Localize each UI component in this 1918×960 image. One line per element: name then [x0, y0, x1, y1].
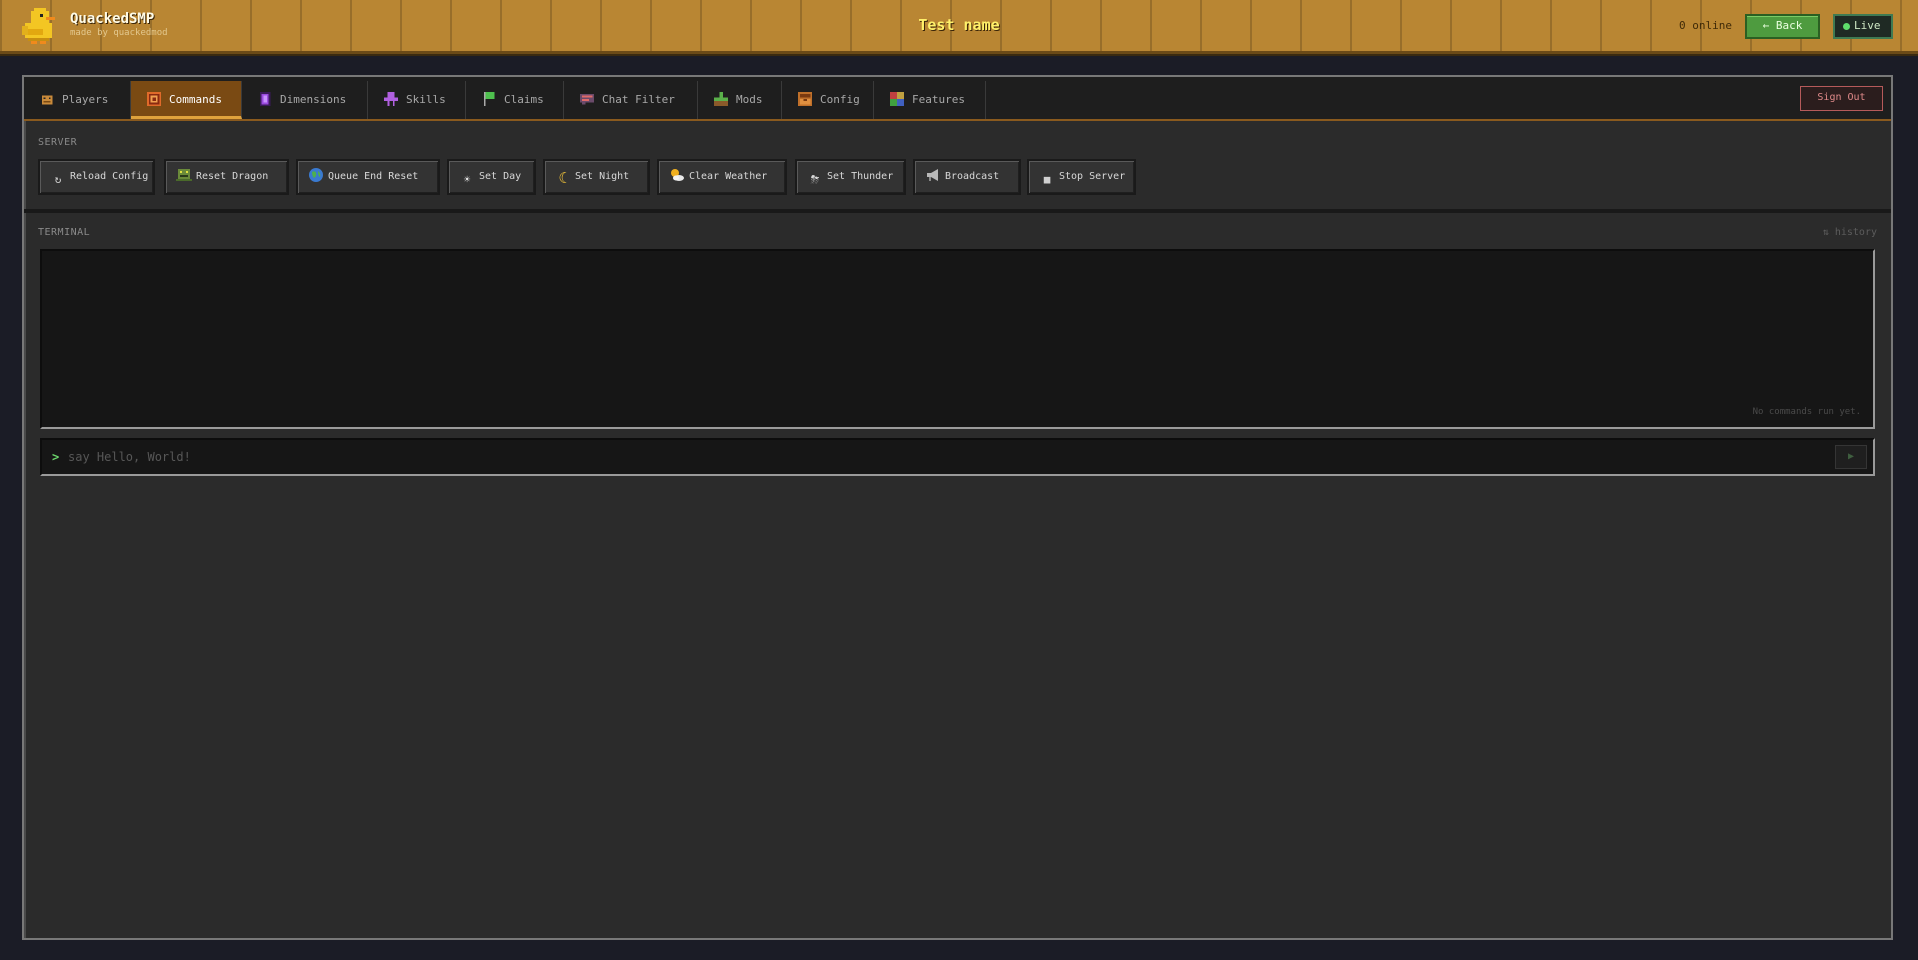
- tab-label: Commands: [169, 93, 222, 106]
- tab-label: Dimensions: [280, 93, 347, 106]
- tab-label: Skills: [406, 93, 446, 106]
- tab-features[interactable]: Features: [874, 81, 986, 119]
- dimensions-icon: [259, 92, 271, 106]
- tab-label: Claims: [504, 93, 544, 106]
- tab-mods[interactable]: Mods: [698, 81, 782, 119]
- megaphone-icon: [927, 169, 938, 181]
- command-input-bar: > ▶: [40, 438, 1875, 476]
- tab-skills[interactable]: Skills: [368, 81, 466, 119]
- dragon-icon: [176, 169, 192, 181]
- cloud-sun-icon: [671, 169, 684, 181]
- live-status-button[interactable]: Live: [1833, 14, 1893, 39]
- button-label: Reload Config: [70, 171, 149, 182]
- section-divider: [24, 209, 1891, 213]
- tab-players[interactable]: Players: [24, 81, 131, 119]
- flag-icon: [483, 92, 495, 106]
- players-icon: [41, 95, 53, 105]
- skills-icon: [384, 92, 398, 106]
- reload-config-button[interactable]: ↻ Reload Config: [38, 159, 155, 195]
- tab-label: Players: [62, 93, 109, 106]
- thunder-icon: ⛈: [810, 173, 820, 186]
- stop-icon: ■: [1043, 173, 1051, 186]
- command-input[interactable]: [68, 447, 1818, 467]
- button-label: Reset Dragon: [196, 171, 269, 182]
- server-section-label: SERVER: [38, 137, 78, 148]
- live-dot-icon: [1843, 22, 1850, 30]
- button-label: Queue End Reset: [328, 171, 419, 182]
- prompt-symbol: >: [52, 450, 60, 464]
- live-label: Live: [1854, 19, 1881, 32]
- clear-weather-button[interactable]: Clear Weather: [657, 159, 787, 195]
- chat-filter-icon: [580, 93, 594, 105]
- set-thunder-button[interactable]: ⛈ Set Thunder: [795, 159, 906, 195]
- set-night-button[interactable]: ☾ Set Night: [543, 159, 650, 195]
- queue-end-reset-button[interactable]: Queue End Reset: [296, 159, 440, 195]
- reload-icon: ↻: [54, 173, 62, 186]
- tab-label: Chat Filter: [602, 93, 675, 106]
- tab-config[interactable]: Config: [782, 81, 874, 119]
- history-toggle[interactable]: ⇅ history: [1823, 227, 1877, 238]
- send-command-button[interactable]: ▶: [1835, 445, 1867, 469]
- commands-icon: [147, 92, 161, 106]
- tab-dimensions[interactable]: Dimensions: [242, 81, 368, 119]
- page-title: Test name: [918, 16, 1000, 34]
- button-label: Set Day: [479, 171, 522, 182]
- tab-chat-filter[interactable]: Chat Filter: [564, 81, 698, 119]
- set-day-button[interactable]: ☀ Set Day: [447, 159, 536, 195]
- reset-dragon-button[interactable]: Reset Dragon: [164, 159, 289, 195]
- broadcast-button[interactable]: Broadcast: [913, 159, 1021, 195]
- online-count: 0 online: [1679, 19, 1732, 32]
- sun-icon: ☀: [463, 173, 471, 186]
- button-label: Stop Server: [1059, 171, 1126, 182]
- stop-server-button[interactable]: ■ Stop Server: [1027, 159, 1136, 195]
- button-label: Clear Weather: [689, 171, 768, 182]
- tab-label: Features: [912, 93, 965, 106]
- button-label: Broadcast: [945, 171, 1000, 182]
- terminal-output: No commands run yet.: [40, 249, 1875, 429]
- tab-label: Config: [820, 93, 860, 106]
- mods-icon: [714, 92, 728, 106]
- tab-commands[interactable]: Commands: [131, 81, 242, 119]
- moon-icon: ☾: [558, 169, 568, 187]
- tab-claims[interactable]: Claims: [466, 81, 564, 119]
- sign-out-button[interactable]: Sign Out: [1800, 86, 1883, 111]
- top-header: QuackedSMP made by quackedmod Test name …: [0, 0, 1918, 54]
- tab-bar: Players Commands Dimensions Skills Claim…: [24, 77, 1891, 121]
- button-label: Set Thunder: [827, 171, 894, 182]
- button-label: Set Night: [575, 171, 630, 182]
- back-button[interactable]: ← Back: [1745, 14, 1820, 39]
- terminal-section-label: TERMINAL: [38, 227, 91, 238]
- terminal-empty-text: No commands run yet.: [1752, 407, 1861, 417]
- features-icon: [890, 92, 904, 106]
- main-panel: Players Commands Dimensions Skills Claim…: [22, 75, 1893, 940]
- globe-icon: [309, 168, 323, 182]
- config-icon: [798, 92, 812, 106]
- tab-label: Mods: [736, 93, 763, 106]
